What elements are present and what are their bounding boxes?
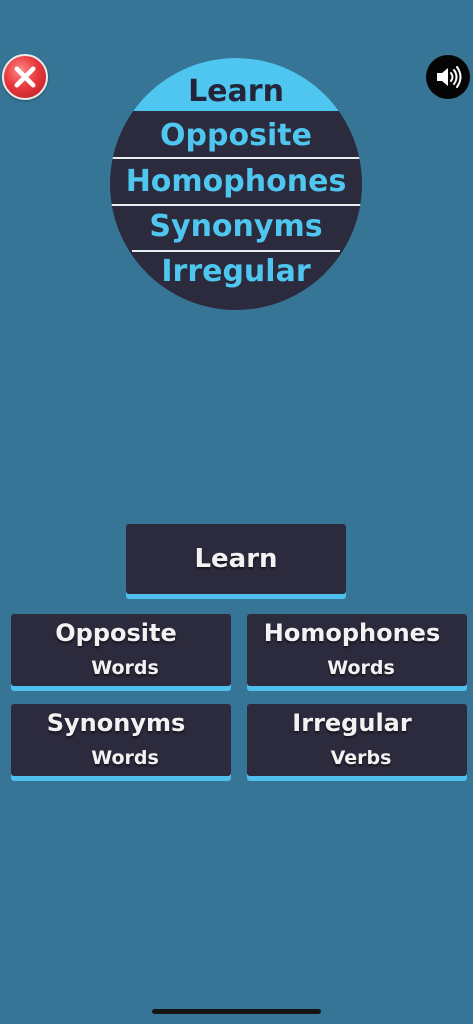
card-title: Synonyms: [46, 709, 186, 737]
card-subtitle: Words: [327, 657, 395, 679]
logo-item-opposite: Opposite: [160, 118, 312, 153]
app-logo: Learn Opposite Homophones Synonyms Irreg…: [110, 58, 362, 310]
home-indicator[interactable]: [152, 1009, 321, 1014]
sound-toggle-button[interactable]: [426, 55, 470, 99]
card-title: Irregular: [292, 709, 412, 737]
irregular-verbs-button[interactable]: Irregular Verbs: [247, 704, 467, 776]
close-button[interactable]: [2, 54, 48, 100]
close-icon: [14, 66, 36, 88]
logo-divider: [110, 157, 362, 159]
logo-item-synonyms: Synonyms: [149, 209, 323, 244]
logo-item-learn: Learn: [188, 74, 284, 109]
card-title: Homophones: [263, 619, 441, 647]
card-subtitle: Words: [91, 747, 159, 769]
synonyms-words-button[interactable]: Synonyms Words: [11, 704, 231, 776]
card-title: Opposite: [55, 619, 177, 647]
homophones-words-button[interactable]: Homophones Words: [247, 614, 467, 686]
logo-item-irregular: Irregular: [161, 254, 311, 289]
logo-item-homophones: Homophones: [125, 164, 347, 199]
learn-button[interactable]: Learn: [126, 524, 346, 594]
speaker-volume-icon: [437, 66, 462, 88]
opposite-words-button[interactable]: Opposite Words: [11, 614, 231, 686]
card-subtitle: Verbs: [330, 747, 392, 769]
card-subtitle: Words: [91, 657, 159, 679]
